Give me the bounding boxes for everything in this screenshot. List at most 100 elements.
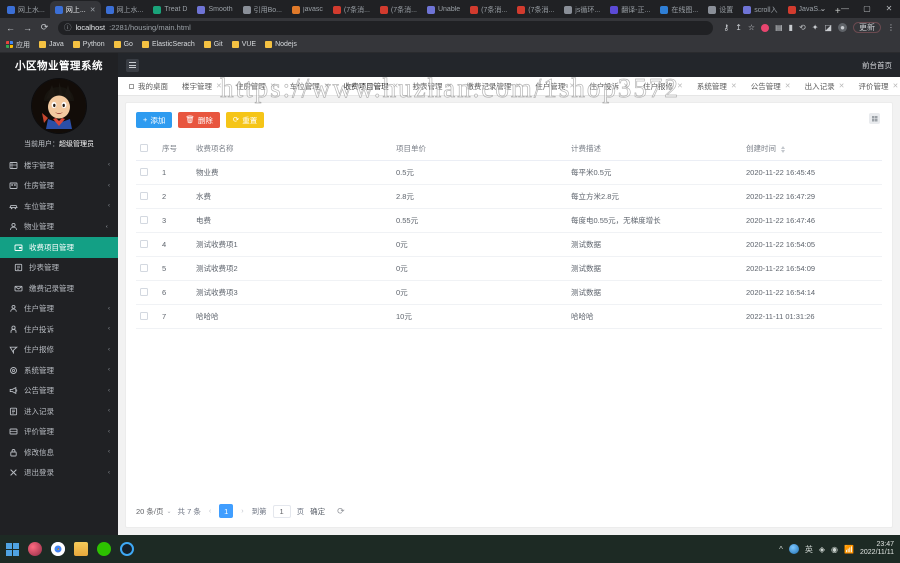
sidebar-item-12[interactable]: 进入记录 ‹ xyxy=(0,401,118,422)
tab-close-icon[interactable]: ✕ xyxy=(677,77,683,95)
browser-tab[interactable]: (7条消... xyxy=(512,1,559,18)
tab-0[interactable]: 我的桌面 xyxy=(122,77,175,95)
browser-tab[interactable]: (7条消... xyxy=(375,1,422,18)
clipboard-icon[interactable]: ▤ xyxy=(775,23,783,32)
tab-close-icon[interactable]: ✕ xyxy=(90,6,96,14)
tab-4[interactable]: 收费项目管理 ✕ xyxy=(337,77,406,95)
refresh-icon[interactable]: ⟳ xyxy=(337,506,345,517)
wechat-icon[interactable] xyxy=(97,542,111,556)
tab-9[interactable]: 住户报修 ✕ xyxy=(636,77,690,95)
tab-11[interactable]: 公告管理 ✕ xyxy=(744,77,798,95)
sidebar-item-0[interactable]: 楼宇管理 ‹ xyxy=(0,155,118,176)
table-row[interactable]: 2 水费 2.8元 每立方米2.8元 2020-11-22 16:47:29 xyxy=(136,184,882,209)
sidepanel-icon[interactable]: ◪ xyxy=(824,23,832,32)
sync-icon[interactable]: ⟲ xyxy=(799,23,806,32)
tab-close-icon[interactable]: ✕ xyxy=(785,77,791,95)
tab-close-icon[interactable]: ✕ xyxy=(216,77,222,95)
back-icon[interactable]: ← xyxy=(5,23,16,33)
tab-2[interactable]: 住房管理 ✕ xyxy=(229,77,283,95)
site-info-icon[interactable]: ⓘ xyxy=(64,22,72,33)
window-close-icon[interactable]: ✕ xyxy=(878,0,900,18)
star-icon[interactable]: ☆ xyxy=(748,23,755,32)
table-row[interactable]: 3 电费 0.55元 每度电0.55元，无梯度增长 2020-11-22 16:47:4… xyxy=(136,208,882,233)
rose-app-icon[interactable] xyxy=(28,542,42,556)
tab-close-icon[interactable]: ✕ xyxy=(893,77,899,95)
share-icon[interactable]: ↥ xyxy=(735,23,742,32)
tab-13[interactable]: 评价管理 ✕ xyxy=(852,77,900,95)
tab-7[interactable]: 住户管理 ✕ xyxy=(528,77,582,95)
row-checkbox[interactable] xyxy=(140,287,148,296)
tab-3[interactable]: 车位管理 ✕ xyxy=(283,77,337,95)
sidebar-item-15[interactable]: 退出登录 ‹ xyxy=(0,463,118,484)
update-button[interactable]: 更新 xyxy=(853,22,881,33)
tray-network-icon[interactable]: 📶 xyxy=(844,545,854,554)
address-bar[interactable]: ⓘ localhost:2281/housing/main.html xyxy=(58,20,714,35)
confirm-button[interactable]: 确定 xyxy=(310,506,325,517)
browser-tab[interactable]: 引用Bo... xyxy=(238,1,287,18)
browser-tab[interactable]: Treat D xyxy=(148,1,192,18)
tab-close-icon[interactable]: ✕ xyxy=(447,77,453,95)
sidebar-item-1[interactable]: 住房管理 ‹ xyxy=(0,176,118,197)
sidebar-item-3[interactable]: 物业管理 ⌄ xyxy=(0,217,118,238)
table-row[interactable]: 5 测试收费项2 0元 测试数据 2020-11-22 16:54:09 xyxy=(136,256,882,281)
sidebar-item-13[interactable]: 评价管理 ‹ xyxy=(0,422,118,443)
prev-page-button[interactable]: ‹ xyxy=(207,508,213,515)
bookmark-item[interactable]: Go xyxy=(113,41,133,48)
bookmark-item[interactable]: Nodejs xyxy=(265,41,297,48)
browser-tab[interactable]: js循环... xyxy=(559,1,605,18)
select-all-checkbox[interactable] xyxy=(140,143,148,152)
header-name[interactable]: 收费项名称 xyxy=(192,137,392,161)
next-page-button[interactable]: › xyxy=(239,508,245,515)
puzzle-icon[interactable]: ✦ xyxy=(812,23,819,32)
sidebar-item-4[interactable]: 收费项目管理 xyxy=(0,237,118,258)
browser-menu-icon[interactable]: ⋮ xyxy=(887,23,895,32)
row-checkbox[interactable] xyxy=(140,215,148,224)
tab-8[interactable]: 住户投诉 ✕ xyxy=(582,77,636,95)
hamburger-icon[interactable] xyxy=(126,58,139,72)
add-button[interactable]: + 添加 xyxy=(136,112,173,128)
sidebar-item-7[interactable]: 住户管理 ‹ xyxy=(0,299,118,320)
sidebar-item-14[interactable]: 修改信息 ‹ xyxy=(0,442,118,463)
bookmark-item[interactable]: ElasticSerach xyxy=(141,41,195,48)
key-icon[interactable]: ⚷ xyxy=(723,23,729,32)
tab-1[interactable]: 楼宇管理 ✕ xyxy=(175,77,229,95)
browser-tab[interactable]: Smooth xyxy=(192,1,237,18)
forward-icon[interactable]: → xyxy=(22,23,33,33)
browser-tab[interactable]: 设置 xyxy=(703,1,738,18)
reload-icon[interactable]: ⟳ xyxy=(39,22,50,33)
profile-icon[interactable]: ● xyxy=(838,23,847,32)
tab-close-icon[interactable]: ✕ xyxy=(393,77,399,95)
tray-expand-icon[interactable]: ^ xyxy=(779,545,783,554)
sidebar-item-6[interactable]: 缴费记录管理 xyxy=(0,278,118,299)
browser-tab[interactable]: 网上... ✕ xyxy=(49,1,101,18)
delete-button[interactable]: 🗑 删除 xyxy=(178,112,220,128)
browser-tab[interactable]: javasc xyxy=(287,1,328,18)
battery-icon[interactable]: ▮ xyxy=(789,23,793,32)
sidebar-item-8[interactable]: 住户投诉 ‹ xyxy=(0,319,118,340)
sidebar-item-11[interactable]: 公告管理 ‹ xyxy=(0,381,118,402)
tab-close-icon[interactable]: ✕ xyxy=(623,77,629,95)
window-maximize-icon[interactable]: ▢ xyxy=(856,0,878,18)
table-row[interactable]: 7 哈哈哈 10元 哈哈哈 2022-11-11 01:31:26 xyxy=(136,304,882,329)
table-row[interactable]: 1 物业费 0.5元 每平米0.5元 2020-11-22 16:45:45 xyxy=(136,160,882,185)
sidebar-item-5[interactable]: 抄表管理 xyxy=(0,258,118,279)
browser-tab[interactable]: 网上水... xyxy=(101,1,149,18)
header-description[interactable]: 计费描述 xyxy=(567,137,742,161)
columns-settings-icon[interactable] xyxy=(869,113,880,124)
tab-close-icon[interactable]: ✕ xyxy=(324,77,330,95)
front-home-link[interactable]: 前台首页 xyxy=(862,60,892,71)
goto-page-input[interactable]: 1 xyxy=(272,504,291,518)
tab-5[interactable]: 抄表管理 ✕ xyxy=(406,77,460,95)
window-minimize-icon[interactable]: — xyxy=(834,0,856,18)
row-checkbox[interactable] xyxy=(140,239,148,248)
windows-start-icon[interactable] xyxy=(6,542,19,556)
browser-tab[interactable]: (7条消... xyxy=(465,1,512,18)
row-checkbox[interactable] xyxy=(140,167,148,176)
chrome-icon[interactable] xyxy=(51,542,65,556)
tab-6[interactable]: 缴费记录管理 ✕ xyxy=(459,77,528,95)
sort-arrows-icon[interactable] xyxy=(781,145,786,153)
sidebar-item-10[interactable]: 系统管理 ‹ xyxy=(0,360,118,381)
ring-app-icon[interactable] xyxy=(120,542,134,556)
tray-bluetooth-icon[interactable]: ◈ xyxy=(819,545,825,554)
header-index[interactable]: 序号 xyxy=(158,137,192,161)
